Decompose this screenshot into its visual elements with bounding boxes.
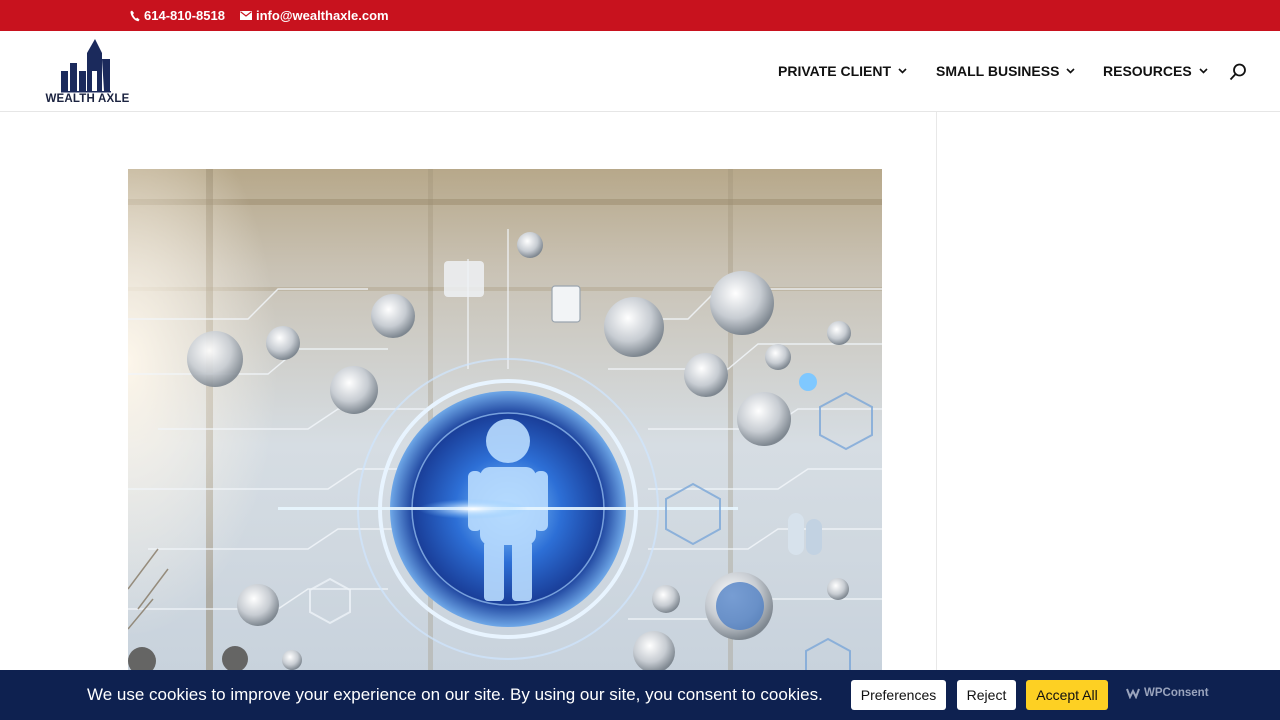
logo-text: WEALTH AXLE [45, 93, 130, 105]
nav-label: PRIVATE CLIENT [778, 63, 892, 79]
nav-small-business[interactable]: SMALL BUSINESS [936, 63, 1103, 79]
logo-mark [61, 39, 111, 93]
chevron-down-icon [1199, 68, 1208, 74]
nav-label: SMALL BUSINESS [936, 63, 1060, 79]
site-header: WEALTH AXLE PRIVATE CLIENT SMALL BUSINES… [0, 31, 1280, 112]
sidebar-divider [936, 112, 937, 720]
wpconsent-label: WPConsent [1144, 687, 1209, 699]
chevron-down-icon [898, 68, 907, 74]
nav-private-client[interactable]: PRIVATE CLIENT [778, 63, 936, 79]
digital-identity-illustration [128, 169, 882, 720]
phone-icon [130, 10, 140, 21]
cookie-message: We use cookies to improve your experienc… [87, 685, 823, 704]
wpconsent-logo-icon [1126, 688, 1140, 699]
reject-button[interactable]: Reject [957, 680, 1016, 710]
phone-number: 614-810-8518 [144, 8, 225, 23]
main-navigation: PRIVATE CLIENT SMALL BUSINESS RESOURCES [778, 63, 1213, 79]
search-button[interactable] [1229, 63, 1247, 81]
envelope-icon [240, 11, 252, 20]
nav-resources[interactable]: RESOURCES [1103, 63, 1213, 79]
chevron-down-icon [1066, 68, 1076, 74]
wpconsent-branding[interactable]: WPConsent [1126, 687, 1209, 699]
accept-all-button[interactable]: Accept All [1026, 680, 1108, 710]
email-address: info@wealthaxle.com [256, 8, 389, 23]
site-logo[interactable]: WEALTH AXLE [40, 35, 135, 107]
featured-image [128, 169, 882, 720]
phone-link[interactable]: 614-810-8518 [130, 8, 225, 23]
search-icon [1229, 63, 1246, 81]
cookie-consent-banner: We use cookies to improve your experienc… [0, 670, 1280, 720]
nav-label: RESOURCES [1103, 63, 1192, 79]
email-link[interactable]: info@wealthaxle.com [240, 8, 389, 23]
top-contact-bar: 614-810-8518 info@wealthaxle.com [0, 0, 1280, 31]
preferences-button[interactable]: Preferences [851, 680, 946, 710]
